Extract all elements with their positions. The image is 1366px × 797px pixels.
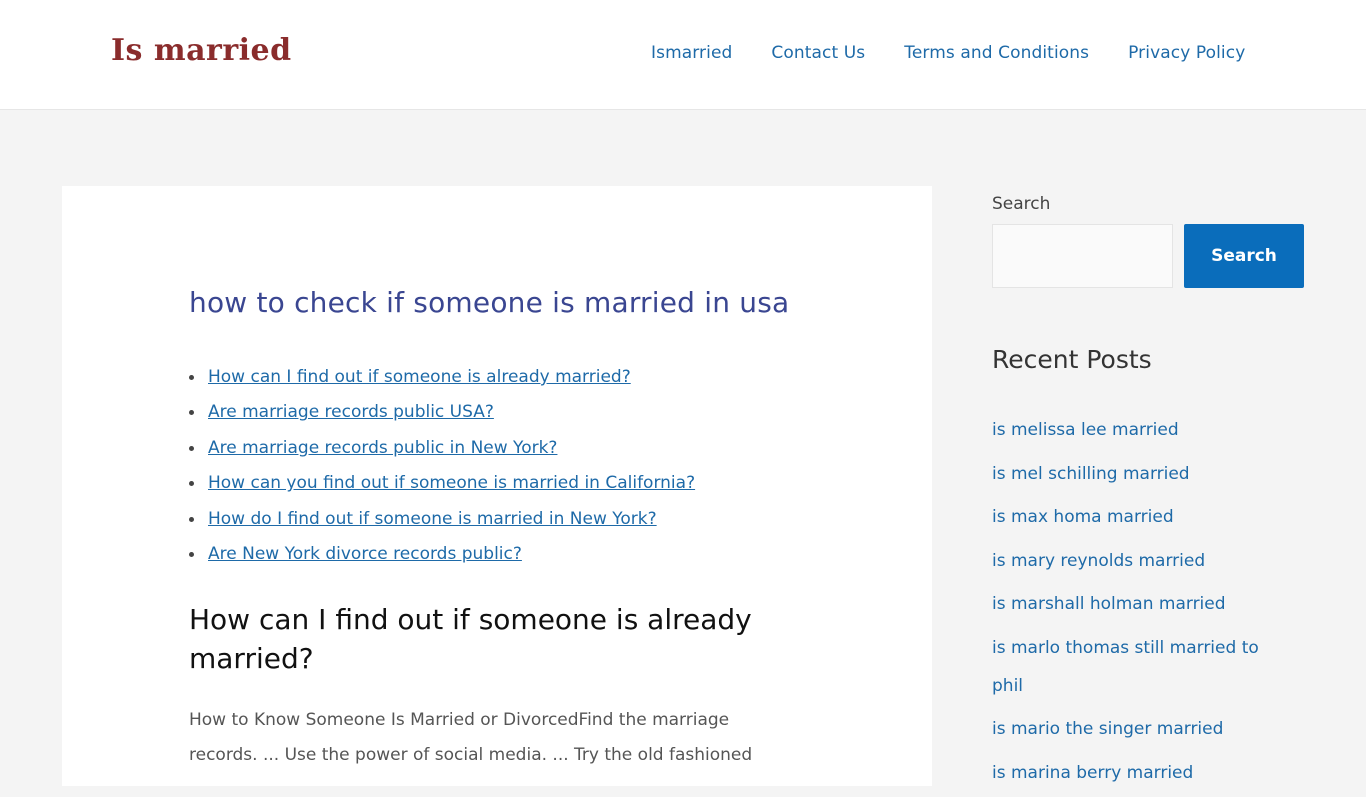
section-paragraph: How to Know Someone Is Married or Divorc… [189, 710, 753, 765]
toc-item: How can I find out if someone is already… [189, 364, 695, 399]
toc-link[interactable]: How can you find out if someone is marri… [208, 473, 695, 493]
search-button[interactable]: Search [1184, 224, 1304, 288]
recent-post-link[interactable]: is marina berry married [992, 763, 1193, 783]
sidebar: Search Search Recent Posts is melissa le… [992, 192, 1304, 797]
toc-link[interactable]: How do I find out if someone is married … [208, 509, 657, 529]
toc-item: Are marriage records public USA? [189, 399, 695, 434]
toc-link[interactable]: Are New York divorce records public? [208, 544, 522, 564]
site-logo[interactable]: Is married [111, 33, 292, 68]
toc-link[interactable]: Are marriage records public USA? [208, 402, 494, 422]
toc-item: How do I find out if someone is married … [189, 506, 695, 541]
toc-link[interactable]: How can I find out if someone is already… [208, 367, 631, 387]
main-nav: Ismarried Contact Us Terms and Condition… [651, 43, 1245, 63]
search-input[interactable] [992, 224, 1173, 288]
list-item: is mario the singer married [992, 710, 1292, 748]
list-item: is mary reynolds married [992, 542, 1292, 580]
list-item: is marlo thomas still married to phil [992, 629, 1292, 705]
recent-post-link[interactable]: is max homa married [992, 507, 1174, 527]
recent-post-link[interactable]: is marshall holman married [992, 594, 1226, 614]
recent-posts-heading: Recent Posts [992, 345, 1152, 374]
recent-post-link[interactable]: is mario the singer married [992, 719, 1223, 739]
toc-item: Are marriage records public in New York? [189, 435, 695, 470]
nav-item-ismarried[interactable]: Ismarried [651, 43, 732, 63]
toc-link[interactable]: Are marriage records public in New York? [208, 438, 557, 458]
list-item: is marshall holman married [992, 585, 1292, 623]
toc-item: Are New York divorce records public? [189, 541, 695, 576]
page-title: how to check if someone is married in us… [189, 286, 790, 319]
toc-item: How can you find out if someone is marri… [189, 470, 695, 505]
list-item: is max homa married [992, 498, 1292, 536]
recent-post-link[interactable]: is melissa lee married [992, 420, 1179, 440]
nav-item-terms[interactable]: Terms and Conditions [904, 43, 1089, 63]
list-item: is marina berry married [992, 754, 1292, 792]
recent-posts-list: is melissa lee married is mel schilling … [992, 411, 1304, 792]
recent-post-link[interactable]: is mel schilling married [992, 464, 1190, 484]
search-label: Search [992, 194, 1051, 214]
article-card: how to check if someone is married in us… [62, 186, 932, 786]
list-item: is melissa lee married [992, 411, 1292, 449]
recent-post-link[interactable]: is mary reynolds married [992, 551, 1205, 571]
nav-item-contact-us[interactable]: Contact Us [771, 43, 865, 63]
site-header: Is married Ismarried Contact Us Terms an… [0, 0, 1366, 110]
list-item: is mel schilling married [992, 455, 1292, 493]
table-of-contents: How can I find out if someone is already… [189, 364, 695, 576]
nav-item-privacy-policy[interactable]: Privacy Policy [1128, 43, 1245, 63]
section-heading: How can I find out if someone is already… [189, 603, 752, 675]
search-form: Search [992, 224, 1304, 288]
recent-post-link[interactable]: is marlo thomas still married to phil [992, 638, 1259, 696]
